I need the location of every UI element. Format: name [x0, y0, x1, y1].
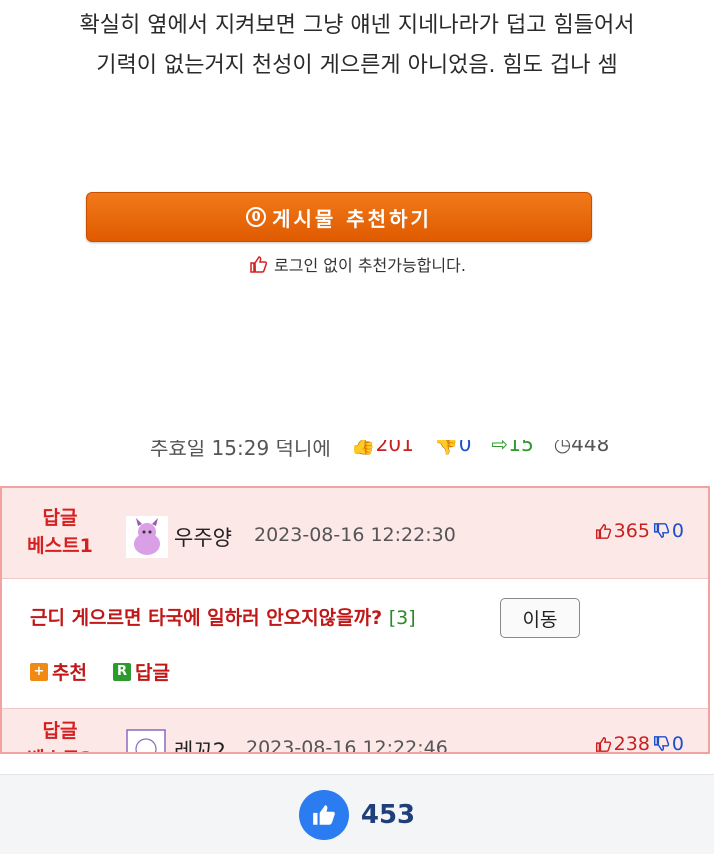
avatar[interactable]	[126, 516, 168, 558]
post-stats-row: 추효일 15:29 덕니에 👍201 👎0 ⇨15 ◷448	[150, 440, 609, 462]
thumbs-up-icon	[250, 256, 268, 273]
bottom-like-bar: 453	[0, 774, 714, 854]
move-button[interactable]: 이동	[500, 598, 580, 638]
stats-up: 👍201	[350, 440, 414, 456]
comment-up-count: 238	[613, 733, 650, 754]
comment-nickname[interactable]: 레꼬2	[174, 735, 226, 752]
comment-up-count: 365	[613, 520, 650, 542]
thumbs-up-icon	[313, 804, 335, 825]
stats-left-text: 추효일 15:29 덕니에	[150, 440, 331, 460]
comment-down-count: 0	[671, 520, 684, 542]
like-button[interactable]	[298, 789, 349, 840]
comment-date: 2023-08-16 12:22:30	[254, 524, 456, 546]
comment-recommend-button[interactable]: + 추천	[30, 658, 87, 685]
post-body: 확실히 옆에서 지켜보면 그냥 얘넨 지네나라가 덥고 힘들어서 기력이 없는거…	[0, 6, 714, 86]
like-count: 453	[360, 799, 416, 830]
reply-count: [3]	[388, 607, 416, 629]
reply-icon: R	[112, 662, 131, 681]
thumbs-down-icon[interactable]	[652, 522, 670, 540]
best-reply-label: 답글 베스트1	[27, 507, 93, 557]
post-line: 기력이 없는거지 천성이 게으른게 아니었음. 힘도 겁나 셈	[96, 53, 618, 78]
avatar[interactable]	[126, 729, 166, 754]
comment-header: 답글 베스트2 레꼬2 2023-08-16 12:22:46 238 0	[2, 708, 708, 754]
thumbs-down-icon[interactable]	[652, 735, 670, 753]
stats-views: ◷448	[553, 440, 610, 456]
comment-down-count: 0	[671, 733, 684, 754]
recommend-note-text: 로그인 없이 추천가능합니다.	[274, 256, 466, 275]
best-comments-box: 답글 베스트1 우주양 2023-08-16 12:22:30 365 0 근디…	[0, 486, 710, 754]
comment-title[interactable]: 근디 게으르면 타국에 일하러 안오지않을까? [3]	[30, 603, 416, 630]
comment-nickname[interactable]: 우주양	[174, 522, 232, 552]
stats-down: 👎0	[433, 440, 472, 456]
plus-icon: +	[30, 662, 48, 681]
recommend-note: 로그인 없이 추천가능합니다.	[0, 252, 714, 276]
post-line: 확실히 옆에서 지켜보면 그냥 얘넨 지네나라가 덥고 힘들어서	[79, 13, 635, 38]
comment-date: 2023-08-16 12:22:46	[246, 737, 448, 754]
comment-actions: + 추천 R 답글	[30, 658, 170, 685]
comment-votes: 365 0	[594, 520, 684, 542]
comment-reply-button[interactable]: R 답글	[112, 658, 170, 685]
recommend-post-button[interactable]: 0 게시물 추천하기	[86, 192, 592, 242]
comment-votes: 238 0	[594, 733, 684, 754]
recommend-button-label: 게시물 추천하기	[272, 206, 432, 231]
comment-header: 답글 베스트1 우주양 2023-08-16 12:22:30 365 0	[2, 488, 708, 579]
thumbs-up-icon[interactable]	[594, 735, 612, 753]
stats-share: ⇨15	[491, 440, 534, 456]
best-reply-label: 답글 베스트2	[27, 720, 93, 752]
recommend-count-badge: 0	[246, 207, 267, 227]
thumbs-up-icon[interactable]	[594, 522, 612, 540]
